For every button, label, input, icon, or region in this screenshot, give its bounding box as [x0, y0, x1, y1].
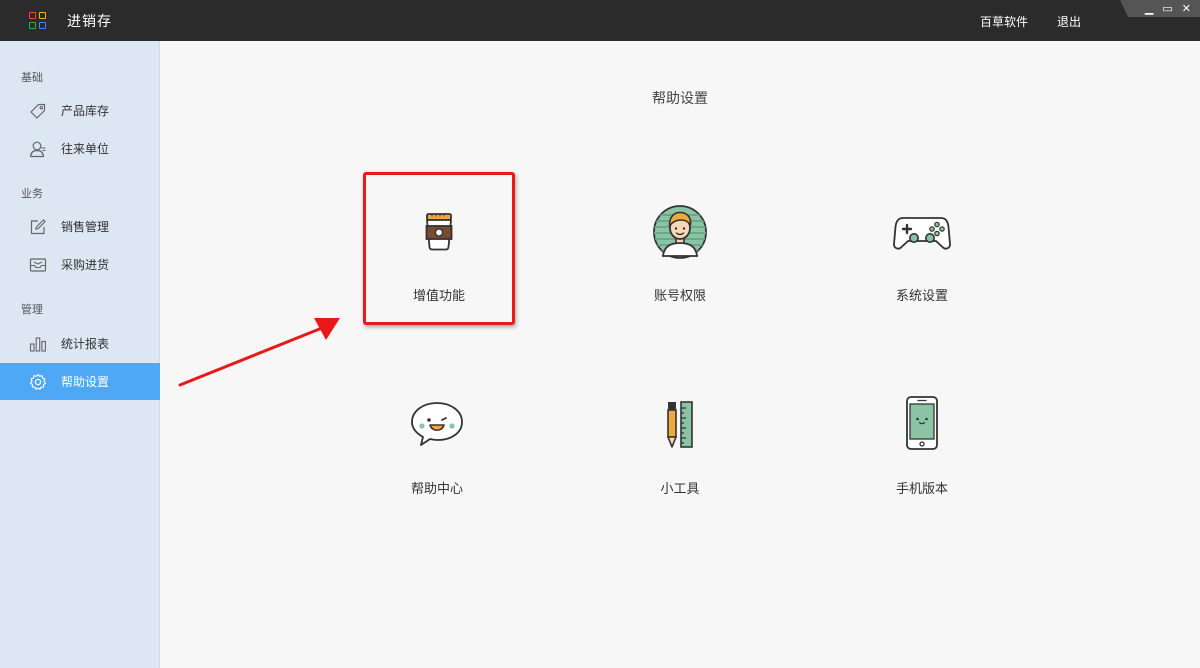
minimize-button[interactable]: ▁: [1145, 3, 1153, 14]
gear-icon: [29, 373, 47, 391]
bar-chart-icon: [29, 335, 47, 353]
tile-label: 小工具: [660, 482, 700, 497]
gamepad-icon: [893, 201, 951, 259]
window-controls: ▁ ▭ ✕: [1120, 0, 1200, 17]
sidebar-group-management: 管理: [21, 303, 43, 316]
tile-label: 帮助中心: [410, 482, 463, 497]
sidebar-item-label: 采购进货: [61, 258, 110, 272]
sidebar-item-label: 统计报表: [61, 337, 110, 351]
sidebar-group-basic: 基础: [21, 71, 43, 84]
sidebar-item-label: 产品库存: [61, 104, 110, 118]
annotation-arrow-icon: [178, 318, 340, 387]
sidebar-item-label: 帮助设置: [61, 375, 110, 389]
title-bar: 进销存 百草软件 退出 ▁ ▭ ✕: [0, 0, 1200, 41]
sidebar-group-business: 业务: [21, 187, 43, 200]
tag-icon: [29, 102, 47, 120]
smartphone-icon: [893, 394, 951, 452]
close-button[interactable]: ✕: [1182, 3, 1191, 14]
page-title: 帮助设置: [652, 91, 708, 107]
tile-mobile-version[interactable]: 手机版本: [847, 366, 997, 516]
chat-bubble-icon: [408, 394, 466, 452]
sidebar-item-help-settings[interactable]: 帮助设置: [0, 363, 160, 400]
logout-link[interactable]: 退出: [1057, 13, 1081, 30]
sidebar-item-label: 往来单位: [61, 142, 110, 156]
contact-icon: [29, 140, 47, 158]
sidebar-item-reports[interactable]: 统计报表: [0, 325, 160, 362]
maximize-button[interactable]: ▭: [1162, 3, 1172, 14]
tile-label: 系统设置: [895, 289, 948, 304]
tile-tools[interactable]: 小工具: [605, 366, 755, 516]
tile-label: 账号权限: [653, 289, 706, 304]
tile-account-permissions[interactable]: 账号权限: [605, 173, 755, 323]
user-avatar-icon: [651, 201, 709, 259]
company-link[interactable]: 百草软件: [980, 13, 1028, 30]
edit-icon: [29, 218, 47, 236]
app-logo-icon: [29, 12, 46, 29]
pencil-ruler-icon: [651, 394, 709, 452]
tile-label: 手机版本: [895, 482, 948, 497]
highlight-box: [363, 172, 515, 325]
sidebar-item-sales[interactable]: 销售管理: [0, 208, 160, 245]
inbox-icon: [29, 256, 47, 274]
sidebar-item-label: 销售管理: [61, 220, 110, 234]
sidebar-item-contacts[interactable]: 往来单位: [0, 130, 160, 167]
sidebar: 基础 产品库存 往来单位 业务 销售管理 采购进货 管理 统计报表 帮助设置: [0, 41, 160, 668]
sidebar-item-purchase[interactable]: 采购进货: [0, 246, 160, 283]
tile-help-center[interactable]: 帮助中心: [362, 366, 512, 516]
tile-system-settings[interactable]: 系统设置: [847, 173, 997, 323]
sidebar-item-product-inventory[interactable]: 产品库存: [0, 92, 160, 129]
app-title: 进销存: [67, 14, 112, 30]
